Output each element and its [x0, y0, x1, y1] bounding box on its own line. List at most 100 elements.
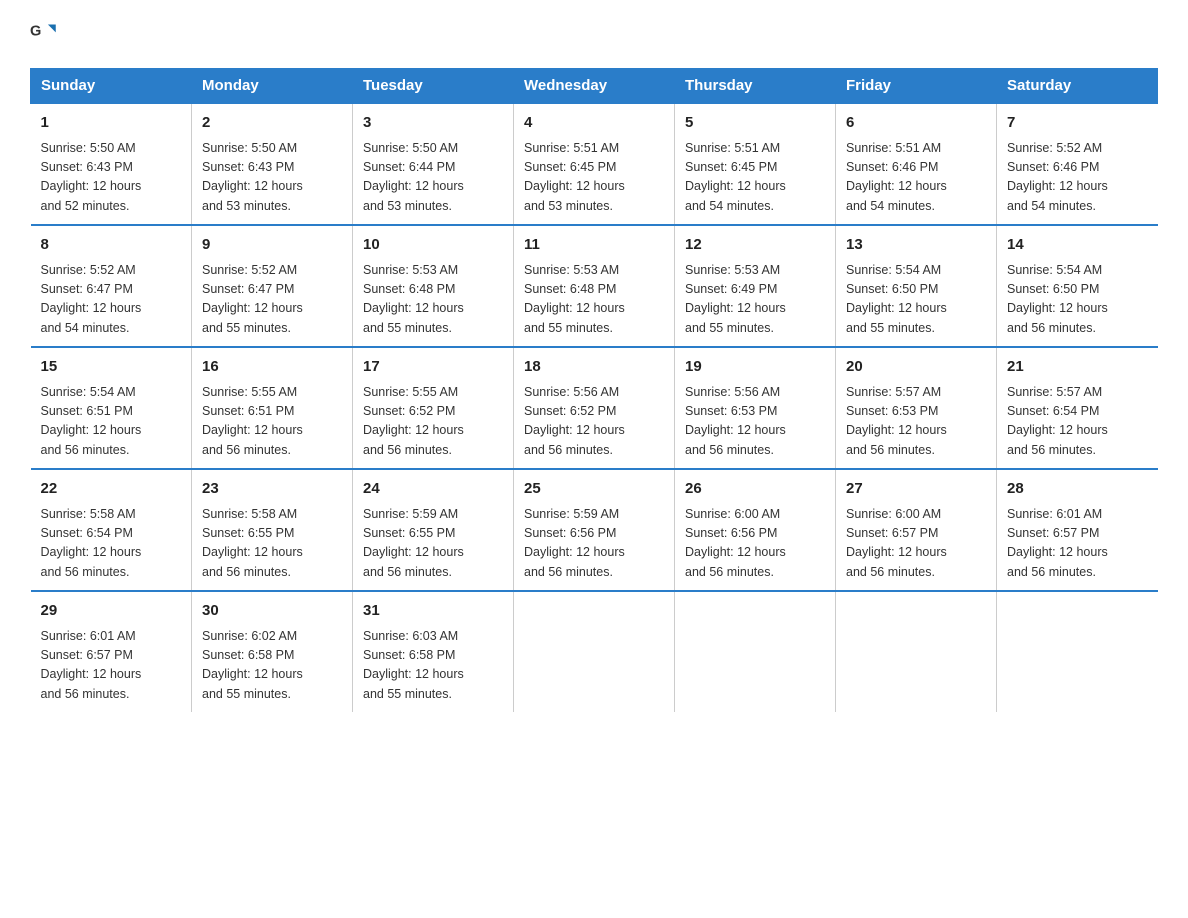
day-number: 16 — [202, 356, 342, 379]
svg-text:G: G — [30, 24, 41, 40]
day-number: 19 — [685, 356, 825, 379]
day-info: Sunrise: 5:51 AMSunset: 6:46 PMDaylight:… — [846, 139, 986, 217]
day-info: Sunrise: 6:01 AMSunset: 6:57 PMDaylight:… — [41, 627, 182, 705]
calendar-week-row: 1 Sunrise: 5:50 AMSunset: 6:43 PMDaylight… — [31, 103, 1158, 225]
day-number: 1 — [41, 112, 182, 135]
day-number: 29 — [41, 600, 182, 623]
calendar-day-cell: 11 Sunrise: 5:53 AMSunset: 6:48 PMDayligh… — [514, 225, 675, 347]
calendar-day-cell: 28 Sunrise: 6:01 AMSunset: 6:57 PMDayligh… — [997, 469, 1158, 591]
day-number: 23 — [202, 478, 342, 501]
day-number: 13 — [846, 234, 986, 257]
day-info: Sunrise: 5:53 AMSunset: 6:49 PMDaylight:… — [685, 261, 825, 339]
day-number: 20 — [846, 356, 986, 379]
day-info: Sunrise: 5:58 AMSunset: 6:55 PMDaylight:… — [202, 505, 342, 583]
day-number: 30 — [202, 600, 342, 623]
weekday-header-sunday: Sunday — [31, 69, 192, 104]
day-number: 28 — [1007, 478, 1148, 501]
calendar-week-row: 22Sunrise: 5:58 AMSunset: 6:54 PMDayligh… — [31, 469, 1158, 591]
calendar-day-cell: 13 Sunrise: 5:54 AMSunset: 6:50 PMDayligh… — [836, 225, 997, 347]
calendar-day-cell: 17 Sunrise: 5:55 AMSunset: 6:52 PMDayligh… — [353, 347, 514, 469]
calendar-day-cell — [514, 591, 675, 712]
calendar-day-cell: 7 Sunrise: 5:52 AMSunset: 6:46 PMDaylight… — [997, 103, 1158, 225]
page-header: G — [30, 20, 1158, 48]
day-number: 2 — [202, 112, 342, 135]
day-number: 6 — [846, 112, 986, 135]
weekday-header-thursday: Thursday — [675, 69, 836, 104]
calendar-day-cell: 9Sunrise: 5:52 AMSunset: 6:47 PMDaylight… — [192, 225, 353, 347]
weekday-header-tuesday: Tuesday — [353, 69, 514, 104]
calendar-day-cell: 15 Sunrise: 5:54 AMSunset: 6:51 PMDayligh… — [31, 347, 192, 469]
day-info: Sunrise: 5:50 AMSunset: 6:43 PMDaylight:… — [202, 139, 342, 217]
calendar-day-cell: 21 Sunrise: 5:57 AMSunset: 6:54 PMDayligh… — [997, 347, 1158, 469]
day-info: Sunrise: 6:03 AMSunset: 6:58 PMDaylight:… — [363, 627, 503, 705]
day-info: Sunrise: 5:57 AMSunset: 6:54 PMDaylight:… — [1007, 383, 1148, 461]
calendar-day-cell: 22Sunrise: 5:58 AMSunset: 6:54 PMDayligh… — [31, 469, 192, 591]
day-number: 21 — [1007, 356, 1148, 379]
calendar-day-cell: 1 Sunrise: 5:50 AMSunset: 6:43 PMDaylight… — [31, 103, 192, 225]
calendar-day-cell: 20 Sunrise: 5:57 AMSunset: 6:53 PMDayligh… — [836, 347, 997, 469]
day-info: Sunrise: 5:59 AMSunset: 6:56 PMDaylight:… — [524, 505, 664, 583]
calendar-day-cell: 30 Sunrise: 6:02 AMSunset: 6:58 PMDayligh… — [192, 591, 353, 712]
day-number: 22 — [41, 478, 182, 501]
weekday-header-wednesday: Wednesday — [514, 69, 675, 104]
day-number: 27 — [846, 478, 986, 501]
day-info: Sunrise: 6:00 AMSunset: 6:56 PMDaylight:… — [685, 505, 825, 583]
calendar-day-cell: 18Sunrise: 5:56 AMSunset: 6:52 PMDayligh… — [514, 347, 675, 469]
calendar-day-cell: 19 Sunrise: 5:56 AMSunset: 6:53 PMDayligh… — [675, 347, 836, 469]
day-number: 11 — [524, 234, 664, 257]
day-number: 24 — [363, 478, 503, 501]
day-number: 25 — [524, 478, 664, 501]
calendar-day-cell: 3Sunrise: 5:50 AMSunset: 6:44 PMDaylight… — [353, 103, 514, 225]
weekday-header-row: SundayMondayTuesdayWednesdayThursdayFrid… — [31, 69, 1158, 104]
calendar-day-cell: 24 Sunrise: 5:59 AMSunset: 6:55 PMDayligh… — [353, 469, 514, 591]
general-blue-logo-icon: G — [30, 20, 58, 48]
weekday-header-friday: Friday — [836, 69, 997, 104]
day-number: 5 — [685, 112, 825, 135]
calendar-day-cell: 23 Sunrise: 5:58 AMSunset: 6:55 PMDayligh… — [192, 469, 353, 591]
day-info: Sunrise: 5:53 AMSunset: 6:48 PMDaylight:… — [524, 261, 664, 339]
day-info: Sunrise: 5:54 AMSunset: 6:50 PMDaylight:… — [1007, 261, 1148, 339]
calendar-day-cell: 26 Sunrise: 6:00 AMSunset: 6:56 PMDayligh… — [675, 469, 836, 591]
calendar-day-cell: 2 Sunrise: 5:50 AMSunset: 6:43 PMDaylight… — [192, 103, 353, 225]
day-info: Sunrise: 6:02 AMSunset: 6:58 PMDaylight:… — [202, 627, 342, 705]
calendar-day-cell — [997, 591, 1158, 712]
day-info: Sunrise: 5:55 AMSunset: 6:51 PMDaylight:… — [202, 383, 342, 461]
calendar-day-cell: 27 Sunrise: 6:00 AMSunset: 6:57 PMDayligh… — [836, 469, 997, 591]
day-number: 4 — [524, 112, 664, 135]
day-info: Sunrise: 5:54 AMSunset: 6:51 PMDaylight:… — [41, 383, 182, 461]
calendar-week-row: 29 Sunrise: 6:01 AMSunset: 6:57 PMDayligh… — [31, 591, 1158, 712]
day-number: 31 — [363, 600, 503, 623]
calendar-day-cell — [836, 591, 997, 712]
day-info: Sunrise: 5:51 AMSunset: 6:45 PMDaylight:… — [685, 139, 825, 217]
calendar-week-row: 8Sunrise: 5:52 AMSunset: 6:47 PMDaylight… — [31, 225, 1158, 347]
calendar-day-cell: 29 Sunrise: 6:01 AMSunset: 6:57 PMDayligh… — [31, 591, 192, 712]
calendar-day-cell: 14Sunrise: 5:54 AMSunset: 6:50 PMDayligh… — [997, 225, 1158, 347]
day-info: Sunrise: 5:57 AMSunset: 6:53 PMDaylight:… — [846, 383, 986, 461]
calendar-day-cell: 31 Sunrise: 6:03 AMSunset: 6:58 PMDayligh… — [353, 591, 514, 712]
day-number: 9 — [202, 234, 342, 257]
calendar-day-cell — [675, 591, 836, 712]
day-info: Sunrise: 5:56 AMSunset: 6:52 PMDaylight:… — [524, 383, 664, 461]
day-info: Sunrise: 5:56 AMSunset: 6:53 PMDaylight:… — [685, 383, 825, 461]
calendar-day-cell: 4Sunrise: 5:51 AMSunset: 6:45 PMDaylight… — [514, 103, 675, 225]
day-number: 17 — [363, 356, 503, 379]
day-number: 15 — [41, 356, 182, 379]
calendar-day-cell: 25 Sunrise: 5:59 AMSunset: 6:56 PMDayligh… — [514, 469, 675, 591]
calendar-week-row: 15 Sunrise: 5:54 AMSunset: 6:51 PMDayligh… — [31, 347, 1158, 469]
day-info: Sunrise: 5:50 AMSunset: 6:44 PMDaylight:… — [363, 139, 503, 217]
day-info: Sunrise: 6:00 AMSunset: 6:57 PMDaylight:… — [846, 505, 986, 583]
day-number: 10 — [363, 234, 503, 257]
logo: G — [30, 20, 64, 48]
day-info: Sunrise: 6:01 AMSunset: 6:57 PMDaylight:… — [1007, 505, 1148, 583]
day-info: Sunrise: 5:52 AMSunset: 6:46 PMDaylight:… — [1007, 139, 1148, 217]
calendar-day-cell: 5 Sunrise: 5:51 AMSunset: 6:45 PMDaylight… — [675, 103, 836, 225]
weekday-header-saturday: Saturday — [997, 69, 1158, 104]
day-info: Sunrise: 5:54 AMSunset: 6:50 PMDaylight:… — [846, 261, 986, 339]
day-number: 7 — [1007, 112, 1148, 135]
day-number: 8 — [41, 234, 182, 257]
day-info: Sunrise: 5:59 AMSunset: 6:55 PMDaylight:… — [363, 505, 503, 583]
day-info: Sunrise: 5:50 AMSunset: 6:43 PMDaylight:… — [41, 139, 182, 217]
calendar-table: SundayMondayTuesdayWednesdayThursdayFrid… — [30, 68, 1158, 712]
day-number: 26 — [685, 478, 825, 501]
day-info: Sunrise: 5:55 AMSunset: 6:52 PMDaylight:… — [363, 383, 503, 461]
